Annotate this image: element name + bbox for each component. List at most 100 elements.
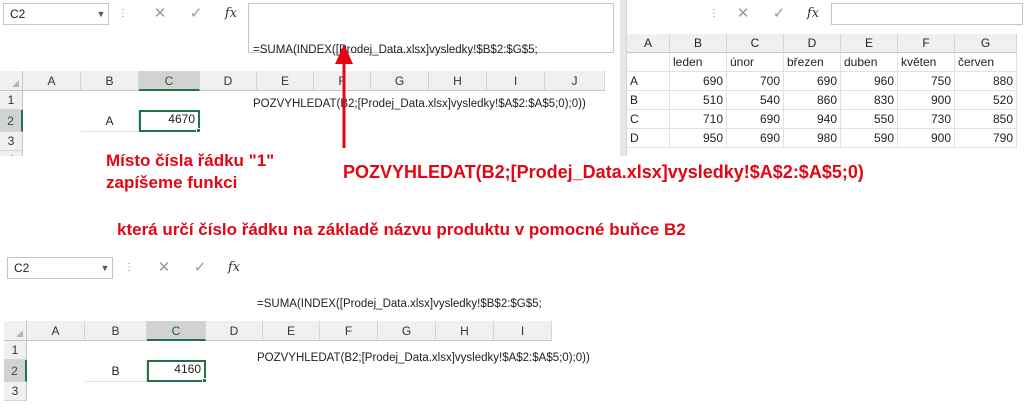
enter-icon[interactable]: ✓ [184, 2, 208, 26]
product-cell[interactable]: B [627, 91, 670, 110]
col-header-j[interactable]: J [545, 71, 605, 91]
formula-bar-grip-icon[interactable]: ⋮ [118, 4, 128, 24]
header-cell-brezen[interactable]: březen [784, 53, 841, 72]
header-cell-kveten[interactable]: květen [898, 53, 955, 72]
value-cell[interactable]: 710 [670, 110, 727, 129]
value-cell[interactable]: 730 [898, 110, 955, 129]
annotation-formula: POZVYHLEDAT(B2;[Prodej_Data.xlsx]vysledk… [343, 162, 864, 182]
col-header-e[interactable]: E [841, 34, 898, 53]
col-header-a[interactable]: A [27, 321, 85, 341]
insert-function-icon[interactable]: fx [801, 2, 825, 26]
col-header-b[interactable]: B [670, 34, 727, 53]
name-box-dropdown-icon[interactable]: ▼ [100, 257, 110, 279]
header-cell-a1[interactable] [627, 53, 670, 72]
name-box[interactable]: C2 [3, 3, 109, 25]
value-cell[interactable]: 790 [955, 129, 1017, 148]
formula-input[interactable] [831, 3, 1023, 25]
row-header-3[interactable]: 3 [4, 382, 27, 401]
cell-c2[interactable]: 4670 [139, 110, 200, 132]
value-cell[interactable]: 520 [955, 91, 1017, 110]
col-header-h[interactable]: H [429, 71, 487, 91]
col-header-g[interactable]: G [378, 321, 436, 341]
value-cell[interactable]: 690 [727, 129, 784, 148]
value-cell[interactable]: 880 [955, 72, 1017, 91]
col-header-d[interactable]: D [206, 321, 263, 341]
value-cell[interactable]: 940 [784, 110, 841, 129]
formula-input[interactable]: =SUMA(INDEX([Prodej_Data.xlsx]vysledky!$… [252, 257, 610, 364]
value-cell[interactable]: 750 [898, 72, 955, 91]
enter-icon[interactable]: ✓ [188, 256, 212, 280]
value-cell[interactable]: 980 [784, 129, 841, 148]
col-header-d[interactable]: D [200, 71, 257, 91]
value-cell[interactable]: 700 [727, 72, 784, 91]
select-all-corner[interactable] [4, 321, 27, 341]
name-box-dropdown-icon[interactable]: ▼ [96, 3, 106, 25]
col-header-c[interactable]: C [139, 71, 200, 91]
red-arrow-icon [335, 44, 353, 148]
row-header-2[interactable]: 2 [4, 360, 27, 382]
product-cell[interactable]: A [627, 72, 670, 91]
header-cell-duben[interactable]: duben [841, 53, 898, 72]
col-header-a[interactable]: A [627, 34, 670, 53]
cancel-icon[interactable]: ✕ [731, 2, 755, 26]
insert-function-icon[interactable]: fx [219, 2, 243, 26]
col-header-g[interactable]: G [955, 34, 1017, 53]
value-cell[interactable]: 850 [955, 110, 1017, 129]
row-header-1[interactable]: 1 [4, 341, 27, 360]
cell-c2[interactable]: 4160 [147, 360, 206, 382]
col-header-d[interactable]: D [784, 34, 841, 53]
name-box[interactable]: C2 [7, 257, 113, 279]
formula-bar-grip-icon[interactable]: ⋮ [709, 4, 719, 24]
fill-handle[interactable] [202, 378, 207, 383]
product-cell[interactable]: D [627, 129, 670, 148]
insert-function-icon[interactable]: fx [222, 256, 246, 280]
annotation-line-1: Místo čísla řádku "1" [106, 151, 275, 170]
value-cell[interactable]: 900 [898, 91, 955, 110]
cell-b2[interactable]: B [85, 360, 147, 382]
col-header-i[interactable]: I [487, 71, 545, 91]
col-header-i[interactable]: I [494, 321, 552, 341]
col-header-a[interactable]: A [23, 71, 81, 91]
header-cell-cerven[interactable]: červen [955, 53, 1017, 72]
select-all-corner[interactable] [0, 71, 23, 91]
col-header-c[interactable]: C [147, 321, 206, 341]
annotation-line-2: zapíšeme funkci [106, 173, 238, 192]
value-cell[interactable]: 860 [784, 91, 841, 110]
formula-input[interactable]: =SUMA(INDEX([Prodej_Data.xlsx]vysledky!$… [248, 3, 614, 110]
col-header-h[interactable]: H [436, 321, 494, 341]
value-cell[interactable]: 540 [727, 91, 784, 110]
formula-bar-grip-icon[interactable]: ⋮ [124, 258, 134, 278]
enter-icon[interactable]: ✓ [767, 2, 791, 26]
value-cell[interactable]: 830 [841, 91, 898, 110]
col-header-e[interactable]: E [257, 71, 314, 91]
col-header-c[interactable]: C [727, 34, 784, 53]
row-header-2[interactable]: 2 [0, 110, 23, 132]
value-cell[interactable]: 950 [670, 129, 727, 148]
value-cell[interactable]: 960 [841, 72, 898, 91]
col-header-f[interactable]: F [320, 321, 378, 341]
col-header-f[interactable]: F [898, 34, 955, 53]
row-header-1[interactable]: 1 [0, 91, 23, 110]
col-header-b[interactable]: B [81, 71, 139, 91]
row-header-3[interactable]: 3 [0, 132, 23, 151]
cell-b2[interactable]: A [81, 110, 139, 132]
value-cell[interactable]: 900 [898, 129, 955, 148]
cancel-icon[interactable]: ✕ [152, 256, 176, 280]
formula-bar: C2 ▼ ⋮ ✕ ✓ fx =SUMA(INDEX([Prodej_Data.x… [0, 0, 620, 110]
value-cell[interactable]: 690 [784, 72, 841, 91]
value-cell[interactable]: 510 [670, 91, 727, 110]
value-cell[interactable]: 590 [841, 129, 898, 148]
cancel-icon[interactable]: ✕ [148, 2, 172, 26]
col-header-g[interactable]: G [371, 71, 429, 91]
fill-handle[interactable] [196, 128, 201, 133]
row-header-4[interactable]: 4 [0, 151, 23, 156]
col-header-e[interactable]: E [263, 321, 320, 341]
value-cell[interactable]: 690 [727, 110, 784, 129]
product-cell[interactable]: C [627, 110, 670, 129]
value-cell[interactable]: 690 [670, 72, 727, 91]
header-cell-unor[interactable]: únor [727, 53, 784, 72]
header-cell-leden[interactable]: leden [670, 53, 727, 72]
value-cell[interactable]: 550 [841, 110, 898, 129]
col-header-b[interactable]: B [85, 321, 147, 341]
annotation-explanation: která určí číslo řádku na základě názvu … [117, 220, 686, 239]
